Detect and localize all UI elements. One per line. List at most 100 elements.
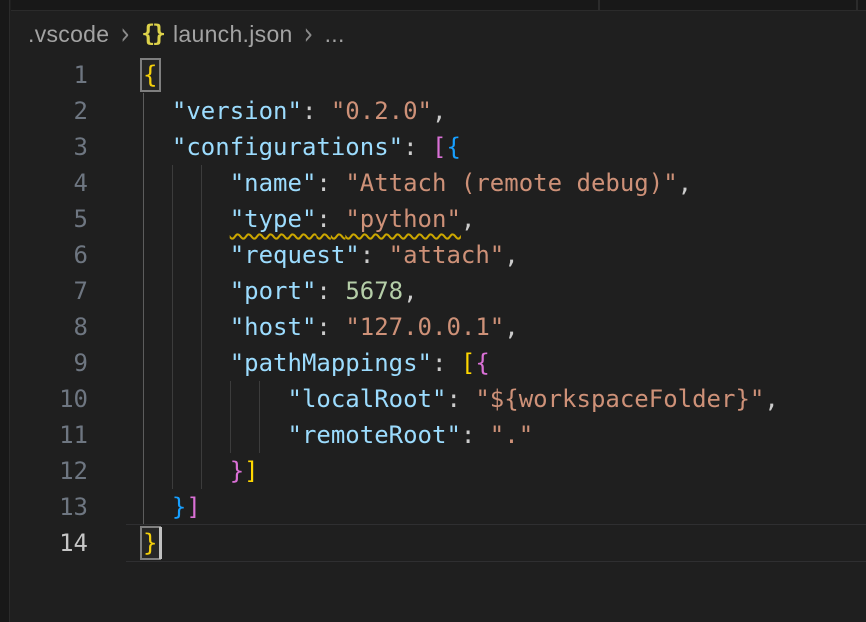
line-number[interactable]: 12 (11, 453, 88, 489)
code-text: "remoteRoot": "." (143, 417, 533, 453)
code-token: "version" (172, 97, 302, 125)
code-line-14[interactable]: 14} (11, 525, 866, 561)
code-line-11[interactable]: 11 "remoteRoot": "." (11, 417, 866, 453)
code-token: , (504, 241, 518, 269)
code-token (143, 97, 172, 125)
code-text: "type": "python", (143, 201, 475, 237)
tab-divider (598, 0, 600, 10)
warning-underlined-token: "python" (345, 205, 461, 233)
code-token: "localRoot" (288, 385, 447, 413)
line-number[interactable]: 6 (11, 237, 88, 273)
line-number[interactable]: 4 (11, 165, 88, 201)
line-number[interactable]: 9 (11, 345, 88, 381)
code-token: , (461, 205, 475, 233)
line-number[interactable]: 11 (11, 417, 88, 453)
code-token: "name" (230, 169, 317, 197)
code-token (143, 421, 288, 449)
line-number[interactable]: 10 (11, 381, 88, 417)
code-line-1[interactable]: 1{ (11, 57, 866, 93)
code-line-12[interactable]: 12 }] (11, 453, 866, 489)
line-number[interactable]: 8 (11, 309, 88, 345)
code-token: "host" (230, 313, 317, 341)
code-token: "127.0.0.1" (345, 313, 504, 341)
breadcrumb: .vscode › {} launch.json › ... (11, 13, 345, 55)
vscode-editor-window: .vscode › {} launch.json › ... 1{2 "vers… (0, 0, 866, 622)
code-token: ] (244, 457, 258, 485)
code-token: : (403, 133, 417, 161)
code-token: "pathMappings" (230, 349, 432, 377)
code-line-8[interactable]: 8 "host": "127.0.0.1", (11, 309, 866, 345)
code-line-5[interactable]: 5 "type": "python", (11, 201, 866, 237)
sidebar-edge (0, 0, 10, 622)
code-text: "version": "0.2.0", (143, 93, 446, 129)
code-token: : (316, 169, 330, 197)
code-token: , (432, 97, 446, 125)
line-number[interactable]: 1 (11, 57, 88, 93)
code-token: [ (461, 349, 475, 377)
code-token (143, 205, 230, 233)
line-number[interactable]: 13 (11, 489, 88, 525)
line-number[interactable]: 5 (11, 201, 88, 237)
breadcrumb-file[interactable]: launch.json (173, 21, 293, 48)
code-line-6[interactable]: 6 "request": "attach", (11, 237, 866, 273)
code-token: "port" (230, 277, 317, 305)
warning-underlined-token: : (316, 205, 330, 233)
code-text: }] (143, 453, 259, 489)
code-line-9[interactable]: 9 "pathMappings": [{ (11, 345, 866, 381)
code-text: "port": 5678, (143, 273, 418, 309)
code-line-7[interactable]: 7 "port": 5678, (11, 273, 866, 309)
line-number[interactable]: 3 (11, 129, 88, 165)
code-token: { (143, 61, 157, 89)
code-token (475, 421, 489, 449)
code-token: : (316, 277, 330, 305)
code-token: ] (186, 493, 200, 521)
code-token (143, 169, 230, 197)
code-line-10[interactable]: 10 "localRoot": "${workspaceFolder}", (11, 381, 866, 417)
code-editor[interactable]: 1{2 "version": "0.2.0",3 "configurations… (11, 57, 866, 622)
code-token: [ (432, 133, 446, 161)
code-text: "host": "127.0.0.1", (143, 309, 519, 345)
code-token: "attach" (389, 241, 505, 269)
code-token (331, 277, 345, 305)
code-token (143, 385, 288, 413)
line-number[interactable]: 2 (11, 93, 88, 129)
code-token: , (403, 277, 417, 305)
chevron-right-icon: › (120, 17, 130, 52)
code-token (374, 241, 388, 269)
code-token (143, 241, 230, 269)
code-token (461, 385, 475, 413)
code-token: : (360, 241, 374, 269)
code-text: }] (143, 489, 201, 525)
code-token (143, 133, 172, 161)
json-file-icon: {} (141, 21, 163, 47)
code-token: : (316, 313, 330, 341)
code-line-2[interactable]: 2 "version": "0.2.0", (11, 93, 866, 129)
text-cursor (159, 527, 162, 559)
code-text: "localRoot": "${workspaceFolder}", (143, 381, 779, 417)
code-text: { (143, 57, 157, 93)
code-text: "pathMappings": [{ (143, 345, 490, 381)
code-line-13[interactable]: 13 }] (11, 489, 866, 525)
code-token: : (432, 349, 446, 377)
code-token (316, 97, 330, 125)
code-token (331, 169, 345, 197)
code-token: } (143, 529, 157, 557)
code-line-3[interactable]: 3 "configurations": [{ (11, 129, 866, 165)
code-text: "request": "attach", (143, 237, 519, 273)
line-number[interactable]: 14 (11, 525, 88, 561)
code-token: "." (490, 421, 533, 449)
chevron-right-icon: › (304, 17, 314, 52)
code-token: "Attach (remote debug)" (345, 169, 677, 197)
line-number[interactable]: 7 (11, 273, 88, 309)
code-token (143, 277, 230, 305)
breadcrumb-folder[interactable]: .vscode (28, 21, 109, 48)
code-token: : (302, 97, 316, 125)
warning-underlined-token: "type" (230, 205, 317, 233)
code-token: } (172, 493, 186, 521)
code-line-4[interactable]: 4 "name": "Attach (remote debug)", (11, 165, 866, 201)
code-token: } (230, 457, 244, 485)
code-text: "name": "Attach (remote debug)", (143, 165, 692, 201)
code-token: : (446, 385, 460, 413)
breadcrumb-symbol-ellipsis[interactable]: ... (325, 21, 345, 48)
code-token (331, 313, 345, 341)
